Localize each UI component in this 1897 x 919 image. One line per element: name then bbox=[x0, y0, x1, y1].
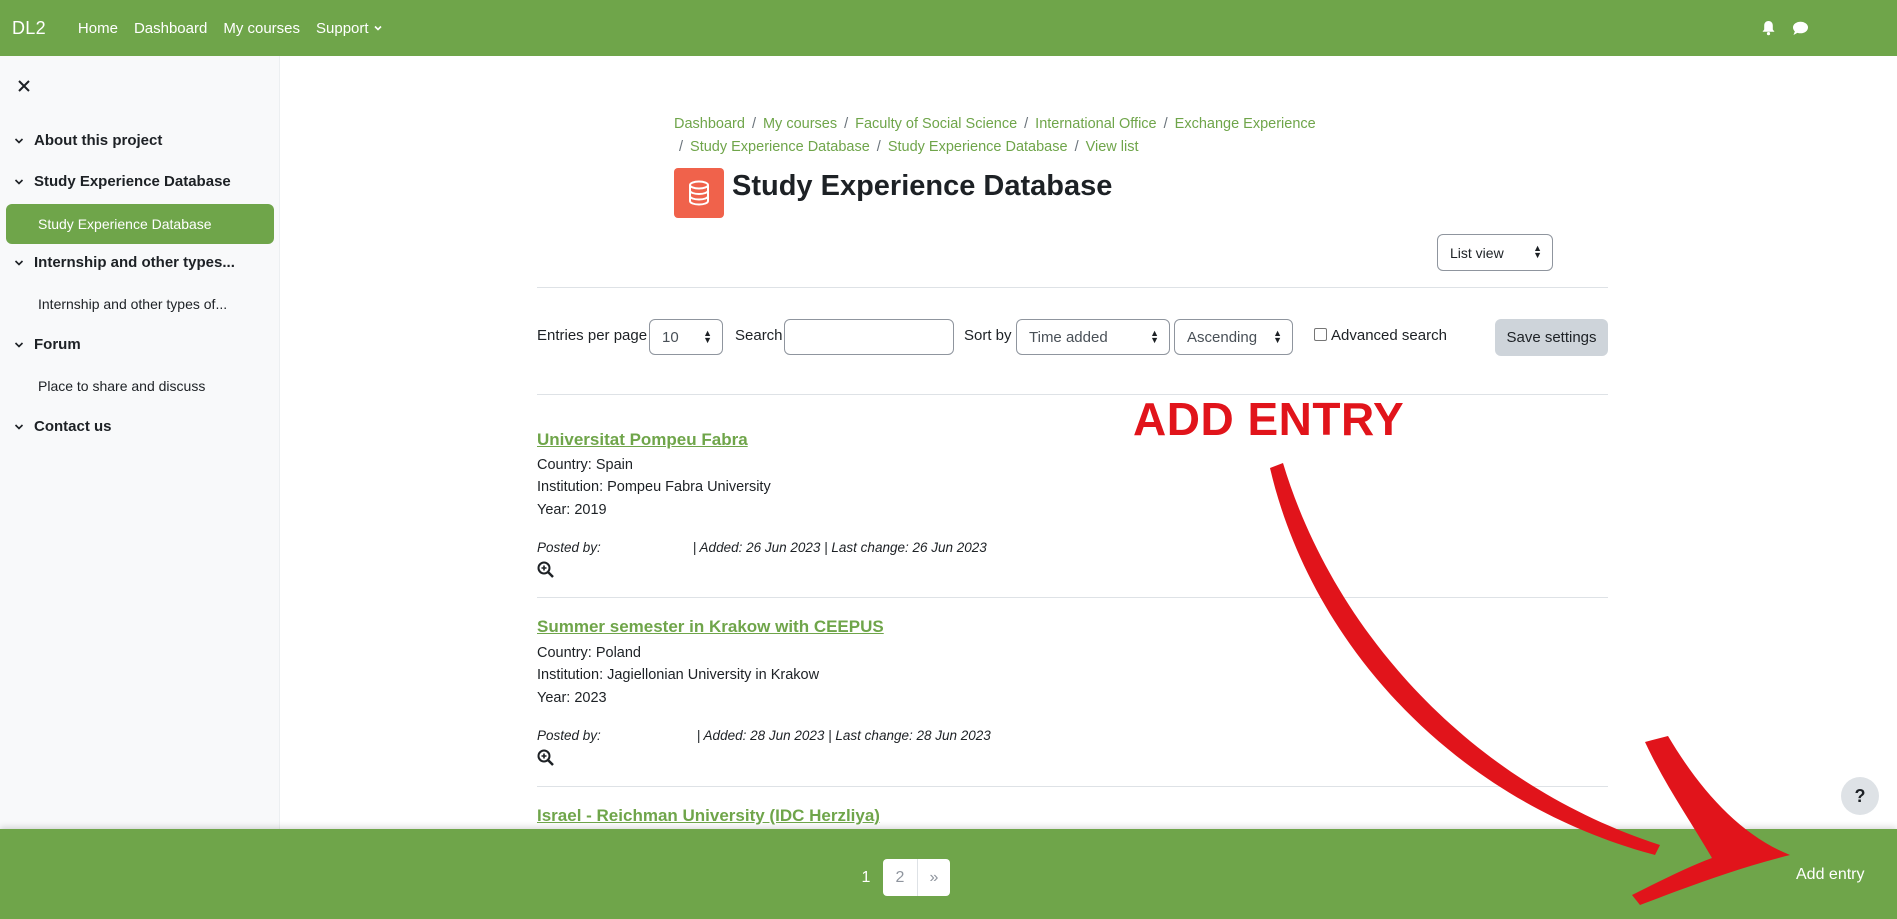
select-arrows-icon: ▲ ▼ bbox=[703, 328, 712, 345]
entry-year: Year: 2023 bbox=[537, 690, 607, 706]
help-button[interactable]: ? bbox=[1841, 777, 1879, 815]
user-menu-avatar[interactable] bbox=[1823, 13, 1873, 43]
sidebar-section-forum[interactable]: Forum bbox=[14, 336, 81, 353]
select-arrows-icon: ▲ ▼ bbox=[1273, 328, 1282, 345]
entries-per-page-select[interactable]: 10 ▲ ▼ bbox=[649, 319, 723, 355]
pagination-page-1[interactable]: 1 bbox=[850, 859, 882, 896]
top-navbar: DL2 Home Dashboard My courses Support bbox=[0, 0, 1897, 56]
view-mode-value: List view bbox=[1450, 244, 1504, 261]
page-title: Study Experience Database bbox=[732, 170, 1113, 202]
entry-meta: Posted by: | Added: 26 Jun 2023 | Last ch… bbox=[537, 540, 987, 555]
chevron-down-icon bbox=[14, 259, 24, 266]
add-entry-annotation: ADD ENTRY bbox=[1133, 393, 1405, 445]
select-arrows-icon: ▲ ▼ bbox=[1150, 328, 1159, 345]
save-settings-button[interactable]: Save settings bbox=[1495, 319, 1608, 356]
entry-country: Country: Poland bbox=[537, 645, 641, 661]
zoom-in-icon[interactable] bbox=[537, 561, 555, 579]
breadcrumb-item[interactable]: Study Experience Database bbox=[690, 139, 870, 155]
sort-order-select[interactable]: Ascending ▲ ▼ bbox=[1174, 319, 1293, 355]
entry-dates: | Added: 26 Jun 2023 | Last change: 26 J… bbox=[692, 540, 987, 555]
select-arrows-icon: ▲ ▼ bbox=[1533, 243, 1542, 260]
close-icon bbox=[18, 80, 30, 92]
breadcrumb-item[interactable]: My courses bbox=[763, 116, 837, 132]
breadcrumb-separator: / bbox=[751, 116, 756, 132]
chevron-down-icon bbox=[373, 25, 382, 31]
sidebar-section-about[interactable]: About this project bbox=[14, 132, 162, 149]
entry-posted-by: Posted by: bbox=[537, 728, 601, 743]
breadcrumb-separator: / bbox=[1163, 116, 1168, 132]
search-label: Search bbox=[735, 327, 783, 344]
sidebar-section-label: Study Experience Database bbox=[34, 173, 231, 190]
sidebar-section-label: About this project bbox=[34, 132, 163, 149]
brand-logo[interactable]: DL2 bbox=[12, 18, 46, 39]
bell-icon[interactable] bbox=[1759, 19, 1777, 37]
nav-my-courses[interactable]: My courses bbox=[223, 20, 300, 37]
course-index-sidebar: About this project Study Experience Data… bbox=[0, 56, 280, 829]
chevron-down-icon bbox=[14, 341, 24, 348]
nav-support-label: Support bbox=[316, 19, 369, 37]
sort-by-label: Sort by bbox=[964, 327, 1012, 344]
sidebar-section-label: Internship and other types... bbox=[34, 254, 235, 271]
breadcrumb-separator: / bbox=[844, 116, 849, 132]
pagination-page-2[interactable]: 2 bbox=[883, 859, 918, 896]
breadcrumb-item[interactable]: Dashboard bbox=[674, 116, 745, 132]
breadcrumb-item[interactable]: Exchange Experience bbox=[1175, 116, 1316, 132]
breadcrumb-item[interactable]: Study Experience Database bbox=[888, 139, 1068, 155]
entries-per-page-label: Entries per page bbox=[537, 327, 648, 344]
sidebar-item-study-db[interactable]: Study Experience Database bbox=[6, 204, 274, 244]
breadcrumb-separator: / bbox=[679, 139, 684, 155]
breadcrumb-separator: / bbox=[1024, 116, 1029, 132]
nav-right-tools bbox=[1759, 0, 1897, 56]
divider bbox=[537, 287, 1608, 288]
sidebar-section-label: Contact us bbox=[34, 418, 112, 435]
chevron-down-icon bbox=[14, 178, 24, 185]
chat-icon[interactable] bbox=[1791, 19, 1809, 37]
nav-support[interactable]: Support bbox=[316, 20, 383, 37]
breadcrumb-separator: / bbox=[1074, 139, 1079, 155]
breadcrumb-item[interactable]: Faculty of Social Science bbox=[855, 116, 1017, 132]
entry-dates: | Added: 28 Jun 2023 | Last change: 28 J… bbox=[696, 728, 991, 743]
sidebar-section-contact[interactable]: Contact us bbox=[14, 418, 112, 435]
chevron-down-icon bbox=[14, 423, 24, 430]
entry-title-link[interactable]: Universitat Pompeu Fabra bbox=[537, 430, 748, 450]
sidebar-item-forum[interactable]: Place to share and discuss bbox=[38, 378, 205, 394]
entry-country: Country: Spain bbox=[537, 457, 633, 473]
entry-institution: Institution: Jagiellonian University in … bbox=[537, 667, 820, 683]
breadcrumb-item[interactable]: International Office bbox=[1035, 116, 1156, 132]
divider bbox=[537, 394, 1608, 395]
chevron-down-icon bbox=[14, 137, 24, 144]
breadcrumb: Dashboard / My courses / Faculty of Social S… bbox=[674, 113, 1354, 159]
zoom-in-icon[interactable] bbox=[537, 749, 555, 767]
close-sidebar-button[interactable] bbox=[14, 76, 34, 96]
advanced-search-checkbox[interactable] bbox=[1314, 328, 1327, 341]
add-entry-button[interactable]: Add entry bbox=[1796, 866, 1864, 884]
pagination-next[interactable]: » bbox=[918, 859, 950, 896]
arrow-shaft bbox=[1270, 463, 1660, 855]
sidebar-section-internship[interactable]: Internship and other types... bbox=[14, 254, 235, 271]
entry-posted-by: Posted by: bbox=[537, 540, 601, 555]
nav-dashboard[interactable]: Dashboard bbox=[134, 20, 207, 37]
sidebar-section-label: Forum bbox=[34, 336, 81, 353]
divider bbox=[537, 597, 1608, 598]
sidebar-item-internship[interactable]: Internship and other types of... bbox=[38, 296, 227, 312]
divider bbox=[537, 786, 1608, 787]
entry-meta: Posted by: | Added: 28 Jun 2023 | Last ch… bbox=[537, 728, 991, 743]
entry-institution: Institution: Pompeu Fabra University bbox=[537, 479, 771, 495]
advanced-search-label: Advanced search bbox=[1331, 327, 1447, 344]
sort-by-select[interactable]: Time added ▲ ▼ bbox=[1016, 319, 1170, 355]
view-mode-select[interactable]: List view ▲ ▼ bbox=[1437, 234, 1553, 271]
breadcrumb-item[interactable]: View list bbox=[1086, 139, 1139, 155]
database-icon bbox=[674, 168, 724, 218]
breadcrumb-separator: / bbox=[876, 139, 881, 155]
sort-by-value: Time added bbox=[1029, 328, 1108, 346]
search-input[interactable] bbox=[784, 319, 954, 355]
entries-per-page-value: 10 bbox=[662, 328, 679, 346]
sidebar-section-study-db[interactable]: Study Experience Database bbox=[14, 173, 231, 190]
sort-order-value: Ascending bbox=[1187, 328, 1258, 346]
entry-title-link[interactable]: Summer semester in Krakow with CEEPUS bbox=[537, 617, 884, 637]
nav-home[interactable]: Home bbox=[78, 20, 118, 37]
entry-year: Year: 2019 bbox=[537, 502, 607, 518]
entry-title-link[interactable]: Israel - Reichman University (IDC Herzli… bbox=[537, 806, 880, 826]
